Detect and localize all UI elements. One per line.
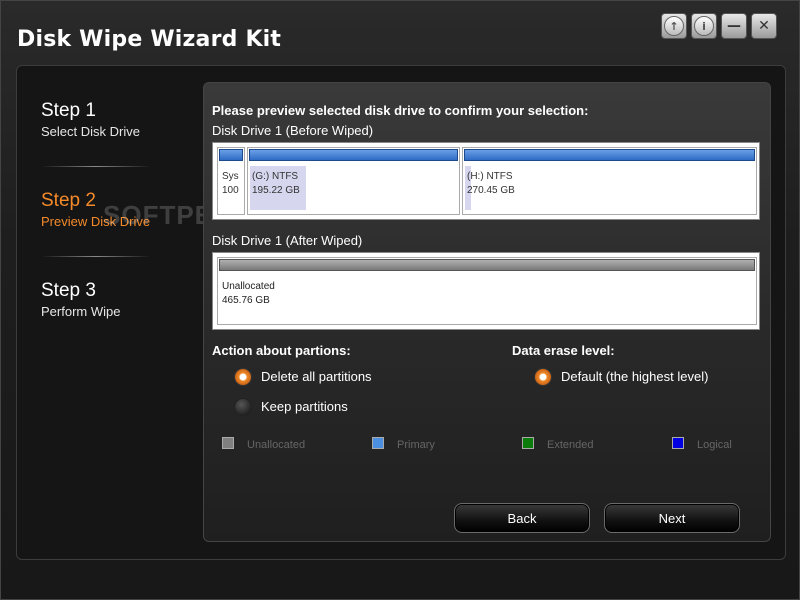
disk-map-before: Sys 100 (G:) NTFS 195.22 GB (H:) NTFS 27… [212, 142, 760, 220]
next-button[interactable]: Next [604, 503, 740, 533]
legend-label-primary: Primary [397, 439, 435, 451]
partition-size: 195.22 GB [252, 185, 300, 196]
after-label: Disk Drive 1 (After Wiped) [212, 233, 363, 248]
step-divider [41, 256, 151, 257]
partition-size: 465.76 GB [222, 295, 270, 306]
partition-name: (H:) NTFS [467, 171, 513, 182]
info-button[interactable]: i [691, 13, 717, 39]
action-heading: Action about partions: [212, 343, 351, 358]
main-panel: Please preview selected disk drive to co… [203, 82, 771, 542]
partition-g[interactable]: (G:) NTFS 195.22 GB [247, 147, 460, 215]
partition-name: (G:) NTFS [252, 171, 299, 182]
wizard-steps: Step 1 Select Disk Drive Step 2 Preview … [41, 66, 191, 559]
partition-name: Unallocated [222, 281, 275, 292]
partition-info: (G:) NTFS 195.22 GB [252, 170, 300, 198]
legend-label-extended: Extended [547, 439, 594, 451]
partition-size: 100 [222, 185, 239, 196]
partition-bar [219, 259, 755, 271]
step-3: Step 3 Perform Wipe [41, 280, 120, 319]
title-controls: ↑ i — ✕ [661, 13, 777, 39]
app-window: Disk Wipe Wizard Kit ↑ i — ✕ Step 1 Sele… [0, 0, 800, 600]
step-3-subtitle: Perform Wipe [41, 304, 121, 319]
partition-name: Sys [222, 171, 239, 182]
legend-swatch-primary [372, 437, 384, 449]
update-icon: ↑ [664, 16, 684, 36]
partition-h[interactable]: (H:) NTFS 270.45 GB [462, 147, 757, 215]
step-1-title: Step 1 [41, 100, 96, 121]
partition-info: Unallocated 465.76 GB [222, 280, 275, 308]
partition-bar [464, 149, 755, 161]
keep-partitions-label[interactable]: Keep partitions [261, 399, 348, 414]
content-frame: Step 1 Select Disk Drive Step 2 Preview … [16, 65, 786, 560]
close-icon: ✕ [758, 18, 770, 34]
before-label: Disk Drive 1 (Before Wiped) [212, 123, 374, 138]
partition-info: (H:) NTFS 270.45 GB [467, 170, 515, 198]
step-1-subtitle: Select Disk Drive [41, 124, 140, 139]
minimize-icon: — [727, 18, 741, 34]
partition-bar [249, 149, 458, 161]
partition-system[interactable]: Sys 100 [217, 147, 245, 215]
partition-unallocated[interactable]: Unallocated 465.76 GB [217, 257, 757, 325]
erase-default-label[interactable]: Default (the highest level) [561, 369, 708, 384]
erase-level-heading: Data erase level: [512, 343, 615, 358]
step-3-title: Step 3 [41, 280, 96, 301]
disk-map-after: Unallocated 465.76 GB [212, 252, 760, 330]
update-button[interactable]: ↑ [661, 13, 687, 39]
instruction-text: Please preview selected disk drive to co… [212, 103, 589, 118]
partition-info: Sys 100 [222, 170, 239, 198]
close-button[interactable]: ✕ [751, 13, 777, 39]
partition-size: 270.45 GB [467, 185, 515, 196]
delete-partitions-label[interactable]: Delete all partitions [261, 369, 372, 384]
erase-default-radio[interactable] [534, 368, 552, 386]
back-button[interactable]: Back [454, 503, 590, 533]
legend-label-unallocated: Unallocated [247, 439, 306, 451]
keep-partitions-radio[interactable] [234, 398, 252, 416]
info-icon: i [694, 16, 714, 36]
legend-swatch-extended [522, 437, 534, 449]
app-title: Disk Wipe Wizard Kit [17, 27, 282, 52]
delete-partitions-radio[interactable] [234, 368, 252, 386]
legend-swatch-logical [672, 437, 684, 449]
legend-swatch-unallocated [222, 437, 234, 449]
minimize-button[interactable]: — [721, 13, 747, 39]
step-1: Step 1 Select Disk Drive [41, 100, 140, 139]
step-divider [41, 166, 151, 167]
partition-bar [219, 149, 243, 161]
legend-label-logical: Logical [697, 439, 732, 451]
